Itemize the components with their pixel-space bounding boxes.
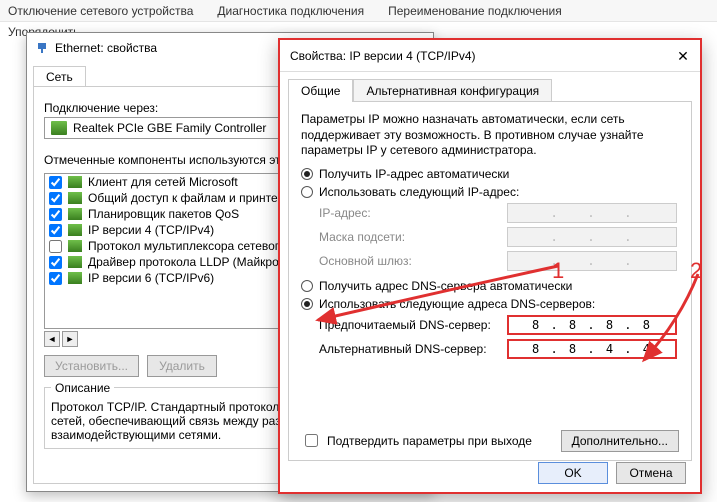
component-icon	[68, 176, 82, 188]
cmd-diagnose[interactable]: Диагностика подключения	[217, 4, 364, 18]
annotation-1: 1	[552, 258, 564, 284]
ethernet-icon	[35, 41, 49, 55]
component-icon	[68, 272, 82, 284]
checkbox[interactable]	[49, 176, 62, 189]
subnet-mask-label: Маска подсети:	[319, 230, 507, 244]
checkbox[interactable]	[49, 224, 62, 237]
radio-ip-auto[interactable]: Получить IP-адрес автоматически	[301, 167, 679, 181]
validate-label: Подтвердить параметры при выходе	[327, 434, 532, 448]
advanced-button[interactable]: Дополнительно...	[561, 430, 679, 452]
item-label: Общий доступ к файлам и принтерам	[88, 191, 299, 205]
scroll-left-icon[interactable]: ◄	[44, 331, 60, 347]
radio-icon[interactable]	[301, 168, 313, 180]
subnet-mask-field: . . .	[507, 227, 677, 247]
install-button[interactable]: Установить...	[44, 355, 139, 377]
window-titlebar: Свойства: IP версии 4 (TCP/IPv4) ✕	[280, 40, 700, 72]
tab-general[interactable]: Общие	[288, 79, 353, 102]
ipv4-properties-window: Свойства: IP версии 4 (TCP/IPv4) ✕ Общие…	[278, 38, 702, 494]
radio-dns-manual[interactable]: Использовать следующие адреса DNS-сервер…	[301, 297, 679, 311]
dns-pref-label: Предпочитаемый DNS-сервер:	[319, 318, 507, 332]
item-label: Клиент для сетей Microsoft	[88, 175, 238, 189]
component-icon	[68, 192, 82, 204]
component-icon	[68, 240, 82, 252]
radio-label: Получить IP-адрес автоматически	[319, 167, 509, 181]
dns-alt-field[interactable]: 8 . 8 . 4 . 4	[507, 339, 677, 359]
nic-icon	[51, 121, 67, 135]
component-icon	[68, 256, 82, 268]
window-title: Свойства: IP версии 4 (TCP/IPv4)	[290, 49, 476, 63]
gateway-field: . . .	[507, 251, 677, 271]
tab-network[interactable]: Сеть	[33, 66, 86, 87]
tab-alt-config[interactable]: Альтернативная конфигурация	[353, 79, 552, 102]
item-label: IP версии 6 (TCP/IPv6)	[88, 271, 214, 285]
checkbox[interactable]	[49, 208, 62, 221]
annotation-2: 2	[690, 258, 702, 284]
adapter-name: Realtek PCIe GBE Family Controller	[73, 121, 266, 135]
window-title: Ethernet: свойства	[55, 41, 157, 55]
checkbox[interactable]	[49, 256, 62, 269]
radio-icon[interactable]	[301, 298, 313, 310]
radio-dns-auto[interactable]: Получить адрес DNS-сервера автоматически	[301, 279, 679, 293]
item-label: IP версии 4 (TCP/IPv4)	[88, 223, 214, 237]
checkbox[interactable]	[49, 192, 62, 205]
gateway-label: Основной шлюз:	[319, 254, 507, 268]
radio-label: Получить адрес DNS-сервера автоматически	[319, 279, 572, 293]
ok-button[interactable]: OK	[538, 462, 608, 484]
radio-ip-manual[interactable]: Использовать следующий IP-адрес:	[301, 185, 679, 199]
validate-checkbox[interactable]	[305, 434, 318, 447]
cancel-button[interactable]: Отмена	[616, 462, 686, 484]
explorer-toolbar: Отключение сетевого устройства Диагности…	[0, 0, 717, 22]
cmd-rename[interactable]: Переименование подключения	[388, 4, 562, 18]
checkbox[interactable]	[49, 240, 62, 253]
ip-address-field: . . .	[507, 203, 677, 223]
radio-label: Использовать следующие адреса DNS-сервер…	[319, 297, 595, 311]
description-title: Описание	[51, 381, 114, 395]
radio-icon[interactable]	[301, 280, 313, 292]
validate-checkbox-row[interactable]: Подтвердить параметры при выходе	[301, 431, 532, 450]
item-label: Драйвер протокола LLDP (Майкрос	[88, 255, 285, 269]
info-paragraph: Параметры IP можно назначать автоматичес…	[301, 112, 679, 159]
component-icon	[68, 208, 82, 220]
item-label: Планировщик пакетов QoS	[88, 207, 239, 221]
ip-address-label: IP-адрес:	[319, 206, 507, 220]
checkbox[interactable]	[49, 272, 62, 285]
close-icon[interactable]: ✕	[676, 49, 690, 63]
component-icon	[68, 224, 82, 236]
radio-icon[interactable]	[301, 186, 313, 198]
dns-pref-field[interactable]: 8 . 8 . 8 . 8	[507, 315, 677, 335]
uninstall-button[interactable]: Удалить	[147, 355, 217, 377]
cmd-disable[interactable]: Отключение сетевого устройства	[8, 4, 193, 18]
scroll-right-icon[interactable]: ►	[62, 331, 78, 347]
radio-label: Использовать следующий IP-адрес:	[319, 185, 519, 199]
item-label: Протокол мультиплексора сетевого	[88, 239, 286, 253]
dns-alt-label: Альтернативный DNS-сервер:	[319, 342, 507, 356]
